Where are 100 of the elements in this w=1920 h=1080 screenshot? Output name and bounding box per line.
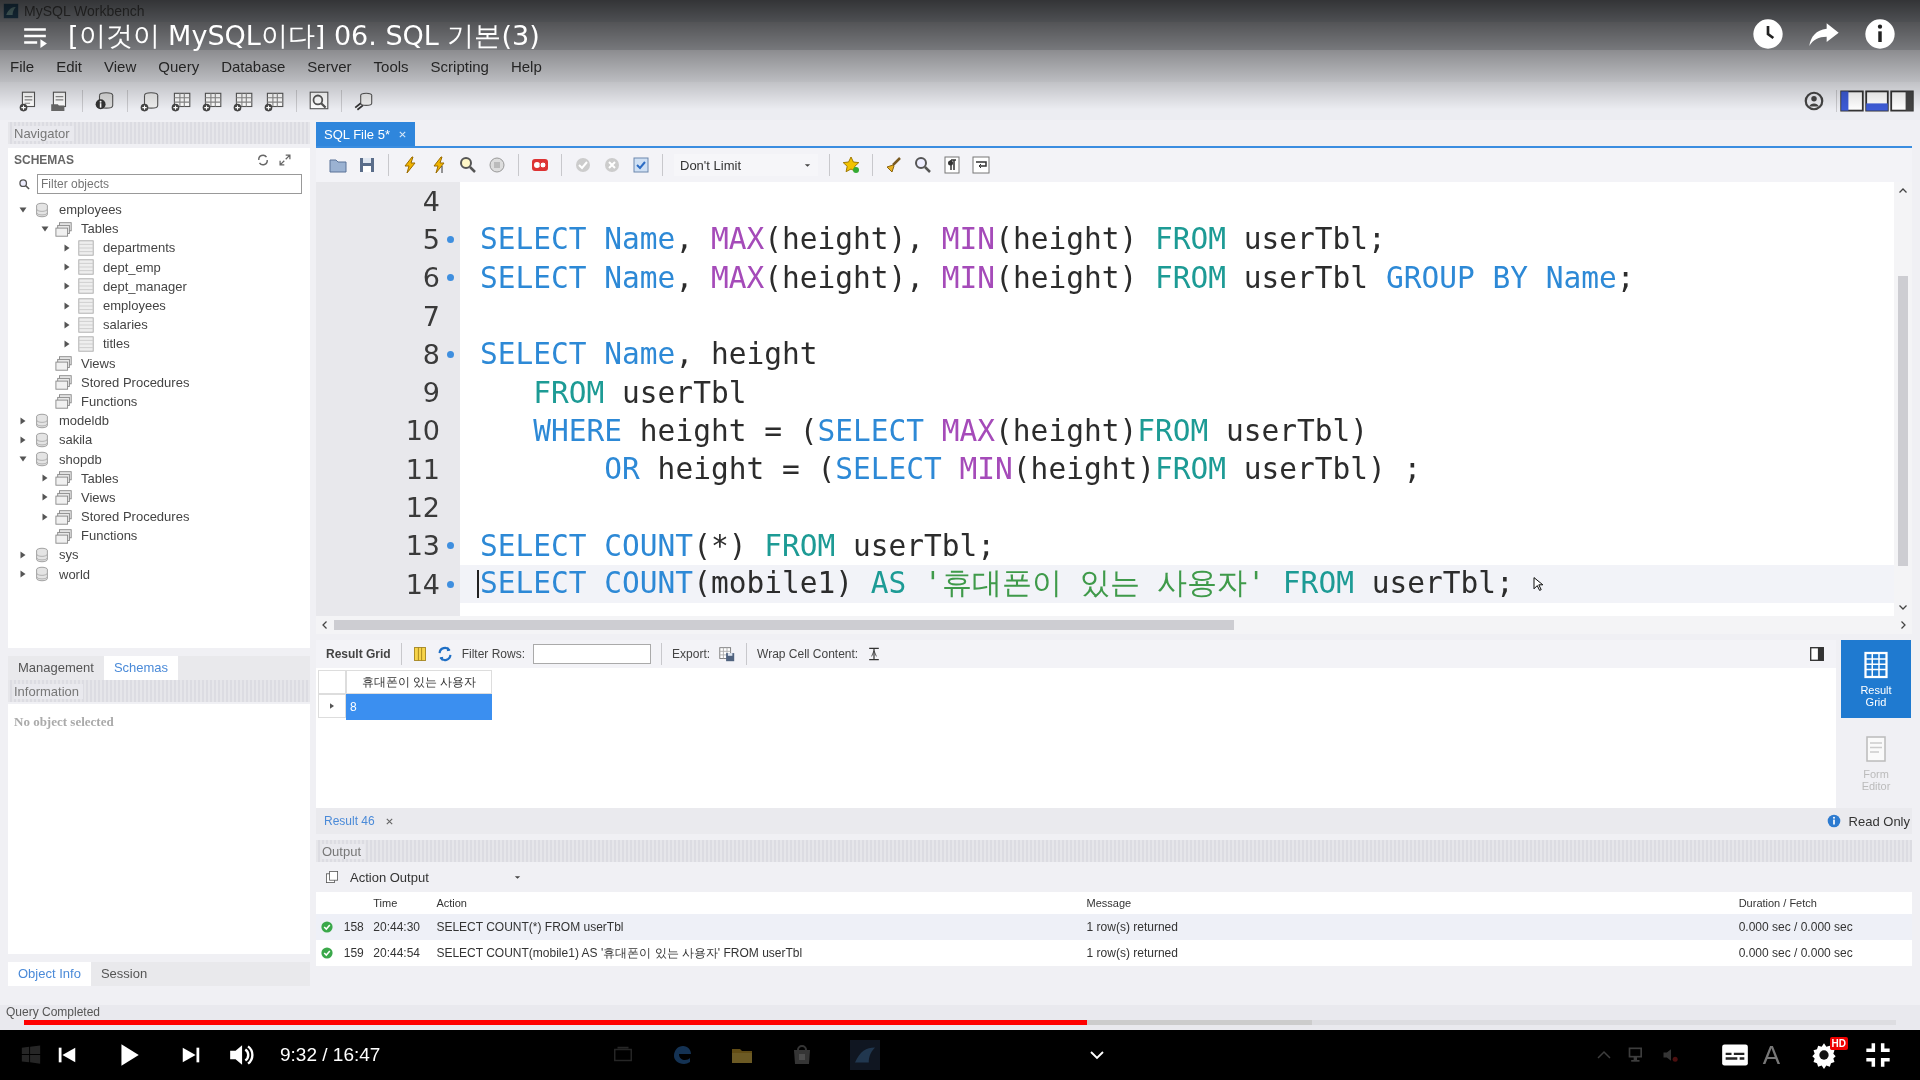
table-icon[interactable] xyxy=(201,90,223,112)
line-number: 4 xyxy=(422,185,440,217)
tree-item[interactable]: sys xyxy=(59,547,79,563)
tree-item[interactable]: departments xyxy=(103,240,176,256)
scroll-down-icon[interactable] xyxy=(1898,602,1908,612)
tree-item[interactable]: employees xyxy=(103,298,166,314)
bottom-panel-toggle-icon[interactable] xyxy=(1865,89,1889,113)
checkbox-icon[interactable] xyxy=(631,155,651,175)
line-number: 8 xyxy=(422,338,440,370)
tree-item[interactable]: Stored Procedures xyxy=(81,509,190,525)
menu-item[interactable]: View xyxy=(104,57,137,75)
tab[interactable]: Management xyxy=(8,656,104,680)
caret-right-icon[interactable] xyxy=(18,569,28,580)
caret-right-icon[interactable] xyxy=(62,319,72,330)
menu-item[interactable]: Tools xyxy=(373,57,409,75)
side-button[interactable]: Result Grid xyxy=(1841,640,1911,718)
scrollbar[interactable] xyxy=(316,616,1912,634)
table-icon[interactable] xyxy=(170,90,192,112)
caret-right-icon[interactable] xyxy=(62,338,72,349)
scroll-thumb[interactable] xyxy=(1898,276,1908,566)
export-icon[interactable] xyxy=(718,645,737,663)
database-info-icon[interactable] xyxy=(94,90,116,112)
caret-right-icon[interactable] xyxy=(62,242,72,253)
tree-item[interactable]: Stored Procedures xyxy=(81,374,190,390)
menu-item[interactable]: Scripting xyxy=(430,57,489,75)
search-icon[interactable] xyxy=(308,90,330,112)
menu-item[interactable]: Query xyxy=(158,57,200,75)
scroll-thumb[interactable] xyxy=(334,620,1234,630)
filter-field[interactable] xyxy=(533,644,652,664)
tab[interactable]: Object Info xyxy=(8,962,91,986)
columns-icon[interactable] xyxy=(411,646,428,662)
panel-toggle-icon[interactable] xyxy=(1808,645,1826,663)
caret-right-icon[interactable] xyxy=(62,281,72,292)
tab[interactable]: Session xyxy=(90,962,158,986)
expand-icon[interactable] xyxy=(278,153,292,167)
search-icon[interactable] xyxy=(458,155,478,175)
line-number: 7 xyxy=(422,300,440,332)
table-icon[interactable] xyxy=(232,90,254,112)
progress-track[interactable] xyxy=(24,1020,1896,1025)
caret-right-icon[interactable] xyxy=(40,492,50,503)
tree-item[interactable]: Tables xyxy=(81,470,119,486)
caret-right-icon[interactable] xyxy=(18,415,28,426)
folder-icon xyxy=(55,469,73,488)
right-panel-toggle-icon[interactable] xyxy=(1890,89,1914,113)
menu-item[interactable]: Help xyxy=(510,57,542,75)
tab-label: SQL File 5* xyxy=(324,126,390,142)
tree-item[interactable]: dept_emp xyxy=(103,259,161,275)
check-circle-icon[interactable] xyxy=(573,155,593,175)
table-icon[interactable] xyxy=(263,90,285,112)
tree-item[interactable]: modeldb xyxy=(59,413,109,429)
tree-item[interactable]: Views xyxy=(81,489,116,505)
tree-item[interactable]: employees xyxy=(59,202,122,218)
database-icon[interactable] xyxy=(139,90,161,112)
menu-item[interactable]: Server xyxy=(307,57,352,75)
menu-item[interactable]: Edit xyxy=(56,57,83,75)
tree-item[interactable]: Functions xyxy=(81,528,138,544)
caret-right-icon[interactable] xyxy=(18,549,28,560)
database-icon xyxy=(33,200,51,219)
brush-icon[interactable] xyxy=(884,155,904,175)
watch-later-icon[interactable] xyxy=(1752,18,1784,50)
exit-fullscreen-icon[interactable] xyxy=(1864,1041,1892,1069)
tree-item[interactable]: world xyxy=(59,566,91,582)
tree-item[interactable]: sakila xyxy=(59,432,93,448)
filter-field[interactable]: Filter objects xyxy=(37,174,302,194)
menu-item[interactable]: Database xyxy=(221,57,286,75)
database-icon xyxy=(33,565,51,584)
pilcrow-icon[interactable] xyxy=(942,155,962,175)
line-number: 10 xyxy=(405,415,440,447)
tree-item[interactable]: Functions xyxy=(81,393,138,409)
caret-right-icon[interactable] xyxy=(18,434,28,445)
save-icon[interactable] xyxy=(357,155,377,175)
caret-right-icon[interactable] xyxy=(62,300,72,311)
tree-item[interactable]: Views xyxy=(81,355,116,371)
tree-item[interactable]: Tables xyxy=(81,221,119,237)
caret-right-icon[interactable] xyxy=(62,262,72,273)
tree-item[interactable]: titles xyxy=(103,336,130,352)
user-circle-icon[interactable] xyxy=(1803,90,1825,112)
wrap-icon[interactable] xyxy=(971,155,991,175)
caret-right-icon[interactable] xyxy=(40,473,50,484)
copy-icon[interactable] xyxy=(324,869,340,885)
folder-icon xyxy=(55,526,73,545)
input-indicator[interactable]: A xyxy=(1762,1039,1780,1071)
output-dropdown[interactable]: Action Output xyxy=(350,869,522,885)
tree-item[interactable]: salaries xyxy=(103,317,148,333)
sidebar-toggle-icon[interactable] xyxy=(1840,89,1864,113)
caret-right-icon[interactable] xyxy=(40,511,50,522)
editor-tab[interactable]: SQL File 5* xyxy=(316,122,415,146)
code-editor[interactable] xyxy=(316,182,1912,616)
refresh-icon[interactable] xyxy=(256,153,270,167)
tab[interactable]: Schemas xyxy=(103,656,179,680)
info-icon[interactable] xyxy=(1864,18,1896,50)
search-icon[interactable] xyxy=(913,155,933,175)
menu-item[interactable]: File xyxy=(10,57,35,75)
tree-item[interactable]: dept_manager xyxy=(103,278,187,294)
close-icon[interactable] xyxy=(384,816,394,826)
scroll-right-icon[interactable] xyxy=(1898,620,1908,630)
tree-item[interactable]: shopdb xyxy=(59,451,102,467)
star-icon[interactable] xyxy=(841,155,861,175)
scroll-left-icon[interactable] xyxy=(320,620,330,630)
tab-label: Result 46 xyxy=(324,814,375,828)
